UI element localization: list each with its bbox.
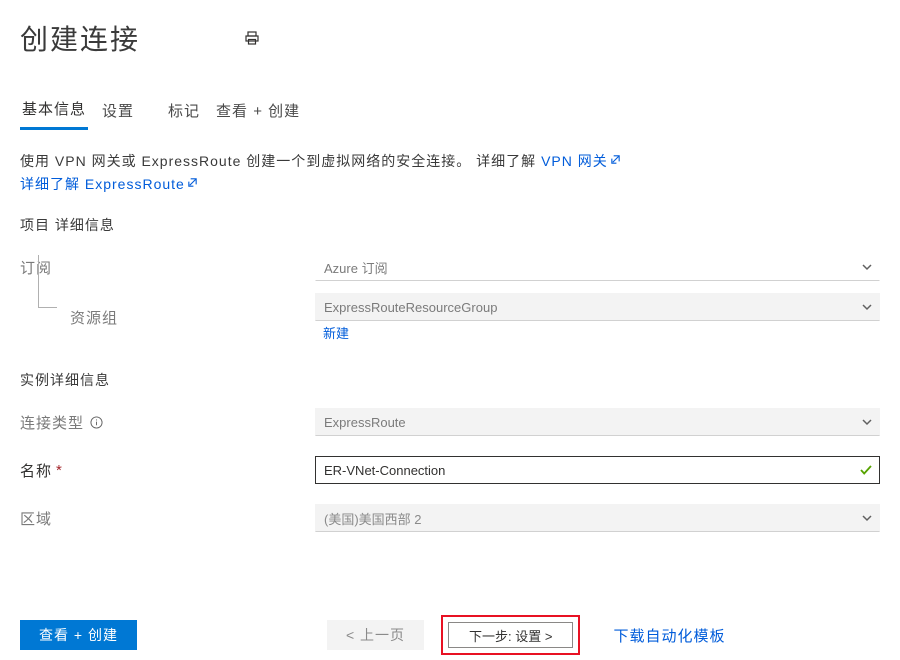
chevron-down-icon (861, 416, 873, 428)
tab-settings[interactable]: 设置 (100, 100, 136, 129)
region-select: (美国)美国西部 2 (315, 504, 880, 532)
previous-button[interactable]: < 上一页 (327, 620, 424, 650)
learn-expressroute-link[interactable]: 详细了解 ExpressRoute (20, 176, 198, 192)
name-input-wrapper (315, 456, 880, 484)
wizard-tabs: 基本信息 设置 标记 查看 + 创建 (0, 58, 900, 130)
tab-basics[interactable]: 基本信息 (20, 98, 88, 130)
resource-group-select[interactable]: ExpressRouteResourceGroup (315, 293, 880, 321)
learn-vpn-gateway-link[interactable]: VPN 网关 (541, 153, 621, 169)
label-connection-type: 连接类型 (20, 412, 315, 433)
tab-review-create[interactable]: 查看 + 创建 (214, 100, 302, 129)
label-name: 名称* (20, 460, 315, 481)
section-instance-details: 实例详细信息 (0, 342, 900, 390)
intro-sentence: 使用 VPN 网关或 ExpressRoute 创建一个到虚拟网络的安全连接。 (20, 153, 471, 169)
required-asterisk: * (56, 462, 63, 479)
name-input[interactable] (316, 458, 879, 482)
print-button[interactable] (240, 26, 264, 50)
chevron-down-icon (861, 512, 873, 524)
connection-type-value: ExpressRoute (324, 415, 406, 430)
external-link-icon (610, 150, 621, 172)
intro-learn-prefix-1: 详细了解 (476, 153, 541, 169)
label-subscription: 订阅 (20, 257, 315, 278)
info-icon[interactable] (90, 416, 103, 429)
label-region: 区域 (20, 508, 315, 529)
label-resource-group: 资源组 (20, 307, 315, 328)
print-icon (244, 30, 260, 46)
checkmark-icon (859, 463, 873, 477)
tab-tags[interactable]: 标记 (148, 100, 202, 129)
wizard-footer: 查看 + 创建 < 上一页 下一步: 设置 > 下载自动化模板 (0, 620, 900, 650)
external-link-icon (187, 173, 198, 195)
connection-type-select[interactable]: ExpressRoute (315, 408, 880, 436)
review-create-button[interactable]: 查看 + 创建 (20, 620, 137, 650)
subscription-value: Azure 订阅 (324, 258, 388, 277)
page-title: 创建连接 (20, 18, 140, 58)
subscription-select[interactable]: Azure 订阅 (315, 253, 880, 281)
intro-text: 使用 VPN 网关或 ExpressRoute 创建一个到虚拟网络的安全连接。 … (0, 130, 900, 195)
chevron-down-icon (861, 261, 873, 273)
resource-group-value: ExpressRouteResourceGroup (324, 300, 497, 315)
chevron-down-icon (861, 301, 873, 313)
section-project-details: 项目 详细信息 (0, 195, 900, 235)
create-new-resource-group-link[interactable]: 新建 (323, 326, 349, 341)
download-template-link[interactable]: 下载自动化模板 (613, 625, 725, 646)
next-settings-button[interactable]: 下一步: 设置 > (448, 622, 573, 648)
region-value: (美国)美国西部 2 (324, 509, 422, 528)
